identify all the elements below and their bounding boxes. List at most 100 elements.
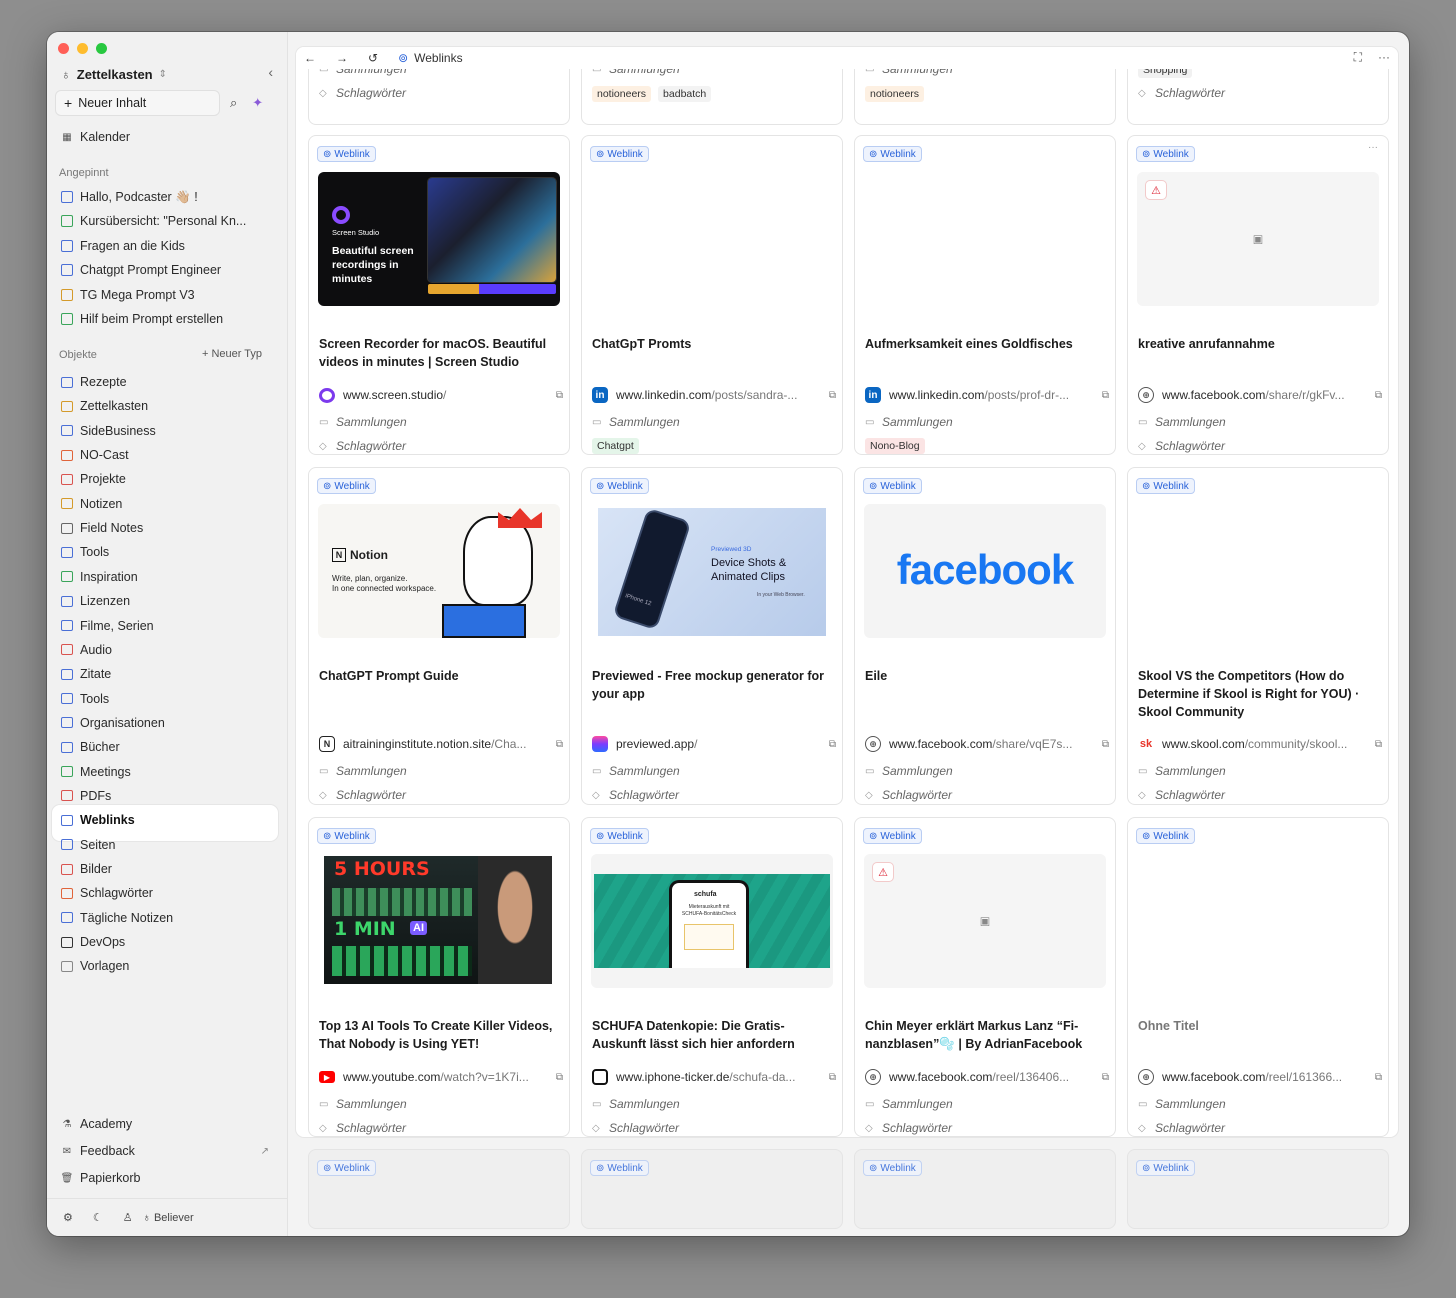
card-url[interactable]: www.skool.com/community/skool... (1162, 737, 1367, 751)
tags-field[interactable]: ◇ Schlagwörter (592, 788, 679, 802)
sidebar-item-object[interactable]: SideBusiness (61, 420, 275, 442)
card-title[interactable]: Previewed - Free mockup generator for yo… (592, 667, 838, 703)
tags-field[interactable]: ◇ Schlagwörter (865, 788, 952, 802)
sidebar-pinned-item[interactable]: Hilf beim Prompt erstellen (61, 308, 275, 330)
tags-field[interactable]: ◇ Schlagwörter (319, 788, 406, 802)
card-url-row[interactable]: in www.linkedin.com/posts/prof-dr-... ⧉ (865, 387, 1109, 403)
card-url[interactable]: aitraininginstitute.notion.site/Cha... (343, 737, 548, 751)
card-url[interactable]: previewed.app/ (616, 737, 821, 751)
collections-field[interactable]: ▭ Sammlungen (865, 415, 953, 429)
tags-field[interactable]: ◇ Schlagwörter (319, 1121, 406, 1135)
sidebar-item-object[interactable]: Weblinks (61, 809, 275, 831)
card-url[interactable]: www.facebook.com/reel/161366... (1162, 1070, 1367, 1084)
card-url[interactable]: www.linkedin.com/posts/sandra-... (616, 388, 821, 402)
card-title[interactable]: Screen Recorder for macOS. Beautiful vid… (319, 335, 565, 371)
sidebar-item-object[interactable]: Schlagwörter (61, 882, 275, 904)
open-external-icon[interactable]: ⧉ (556, 390, 563, 401)
card-url-row[interactable]: www.screen.studio/ ⧉ (319, 387, 563, 403)
weblink-card[interactable]: ⊚ Weblink facebook Eile ⊕ www.facebook.co… (854, 467, 1116, 805)
search-icon[interactable]: ⌕ (230, 95, 237, 111)
profile-button[interactable]: ♙ ♁ Believer (123, 1211, 194, 1225)
sidebar-item-object[interactable]: Audio (61, 639, 275, 661)
card-title[interactable]: Chin Meyer erklärt Markus Lanz “Fi-nanzb… (865, 1017, 1111, 1053)
sidebar-item-object[interactable]: Bücher (61, 736, 275, 758)
settings-icon[interactable]: ⚙ (63, 1211, 73, 1224)
tag-chip[interactable]: notioneers (865, 86, 925, 102)
open-external-icon[interactable]: ⧉ (556, 739, 563, 750)
card-url[interactable]: www.facebook.com/share/r/gkFv... (1162, 388, 1367, 402)
collapse-sidebar-icon[interactable]: ‹ (268, 64, 273, 80)
card-title[interactable]: Skool VS the Competitors (How do Determi… (1138, 667, 1384, 721)
collections-field[interactable]: ▭ Sammlungen (319, 1097, 407, 1111)
card-url-row[interactable]: N aitraininginstitute.notion.site/Cha...… (319, 736, 563, 752)
card-title[interactable]: Ohne Titel (1138, 1017, 1384, 1035)
open-external-icon[interactable]: ⧉ (556, 1072, 563, 1083)
open-external-icon[interactable]: ⧉ (1375, 1072, 1382, 1083)
open-external-icon[interactable]: ⧉ (829, 390, 836, 401)
collections-field[interactable]: ▭ Sammlungen (865, 764, 953, 778)
sidebar-item-object[interactable]: PDFs (61, 785, 275, 807)
open-external-icon[interactable]: ⧉ (1102, 1072, 1109, 1083)
collections-field[interactable]: ▭ Sammlungen (592, 1097, 680, 1111)
sidebar-item-object[interactable]: Vorlagen (61, 955, 275, 977)
collections-field[interactable]: ▭ Sammlungen (592, 764, 680, 778)
sidebar-item-object[interactable]: Zettelkasten (61, 395, 275, 417)
sidebar-pinned-item[interactable]: Chatgpt Prompt Engineer (61, 259, 275, 281)
focus-icon[interactable]: ⛶ (1354, 50, 1362, 65)
sidebar-item-academy[interactable]: ⚗ Academy (61, 1113, 275, 1135)
tag-chip[interactable]: notioneers (592, 86, 652, 102)
card-url-row[interactable]: ⊕ www.facebook.com/share/vqE7s... ⧉ (865, 736, 1109, 752)
moon-icon[interactable]: ☾ (93, 1211, 103, 1224)
weblink-card[interactable]: ⊚ Weblink ⚠ ▣ Chin Meyer erklärt Markus L… (854, 817, 1116, 1137)
sidebar-item-feedback[interactable]: ✉ Feedback ↗ (61, 1140, 275, 1162)
sidebar-item-object[interactable]: NO-Cast (61, 444, 275, 466)
history-icon[interactable]: ↺ (368, 51, 378, 65)
zoom-window-button[interactable] (96, 43, 107, 54)
card-more-icon[interactable]: ··· (1368, 142, 1378, 153)
sidebar-item-object[interactable]: Rezepte (61, 371, 275, 393)
collections-field[interactable]: ▭ Sammlungen (1138, 415, 1226, 429)
back-icon[interactable]: ← (304, 51, 316, 65)
tags-field[interactable]: ◇ Schlagwörter (319, 439, 406, 453)
card-title[interactable]: ChatGPT Prompt Guide (319, 667, 565, 685)
workspace-switcher[interactable]: ♁ Zettelkasten ⇕ (61, 64, 167, 84)
more-icon[interactable]: ··· (1378, 50, 1390, 65)
weblink-card[interactable]: ⊚ Weblink ChatGpT Promts in www.linkedin.c… (581, 135, 843, 455)
open-external-icon[interactable]: ⧉ (1102, 390, 1109, 401)
new-type-button[interactable]: + Neuer Typ (202, 348, 262, 360)
sidebar-item-object[interactable]: Field Notes (61, 517, 275, 539)
tag-row[interactable]: notioneers (865, 86, 925, 102)
open-external-icon[interactable]: ⧉ (829, 1072, 836, 1083)
sidebar-item-trash[interactable]: 🗑 Papierkorb (61, 1167, 275, 1189)
card-url-row[interactable]: in www.linkedin.com/posts/sandra-... ⧉ (592, 387, 836, 403)
card-url-row[interactable]: www.iphone-ticker.de/schufa-da... ⧉ (592, 1069, 836, 1085)
weblink-card[interactable]: ⊚ Weblink Ohne Titel ⊕ www.facebook.com/re… (1127, 817, 1389, 1137)
tag-row[interactable]: notioneers badbatch (592, 86, 712, 102)
weblink-card[interactable]: ⊚ Weblink Screen Studio Beautiful screen … (308, 135, 570, 455)
open-external-icon[interactable]: ⧉ (1375, 390, 1382, 401)
card-url-row[interactable]: sk www.skool.com/community/skool... ⧉ (1138, 736, 1382, 752)
open-external-icon[interactable]: ⧉ (829, 739, 836, 750)
tags-field[interactable]: ◇ Schlagwörter (1138, 1121, 1225, 1135)
tags-field[interactable]: ◇ Schlagwörter (1138, 788, 1225, 802)
weblink-card[interactable]: ⊚ Weblink iPhone 12 Previewed 3D Device S… (581, 467, 843, 805)
weblink-card[interactable]: ⊚ Weblink Skool VS the Competitors (How do… (1127, 467, 1389, 805)
tags-field[interactable]: ◇ Schlagwörter (592, 1121, 679, 1135)
card-title[interactable]: SCHUFA Datenkopie: Die Gratis-Auskunft l… (592, 1017, 838, 1053)
tag-chip[interactable]: badbatch (658, 86, 712, 102)
card-url[interactable]: www.youtube.com/watch?v=1K7i... (343, 1070, 548, 1084)
collections-field[interactable]: ▭ Sammlungen (319, 415, 407, 429)
tag-row[interactable]: Chatgpt (592, 438, 639, 454)
card-url[interactable]: www.facebook.com/share/vqE7s... (889, 737, 1094, 751)
tags-field[interactable]: ◇ Schlagwörter (1138, 86, 1225, 100)
weblink-card[interactable]: ⊚ Weblink ··· ⚠ ▣ kreative anrufannahme ⊕ … (1127, 135, 1389, 455)
sidebar-item-object[interactable]: Tägliche Notizen (61, 907, 275, 929)
card-title[interactable]: ChatGpT Promts (592, 335, 838, 353)
sidebar-item-object[interactable]: Zitate (61, 663, 275, 685)
sidebar-item-object[interactable]: Lizenzen (61, 590, 275, 612)
card-url[interactable]: www.iphone-ticker.de/schufa-da... (616, 1070, 821, 1084)
sidebar-item-object[interactable]: Bilder (61, 858, 275, 880)
open-external-icon[interactable]: ⧉ (1102, 739, 1109, 750)
card-url-row[interactable]: ⊕ www.facebook.com/share/r/gkFv... ⧉ (1138, 387, 1382, 403)
minimize-window-button[interactable] (77, 43, 88, 54)
